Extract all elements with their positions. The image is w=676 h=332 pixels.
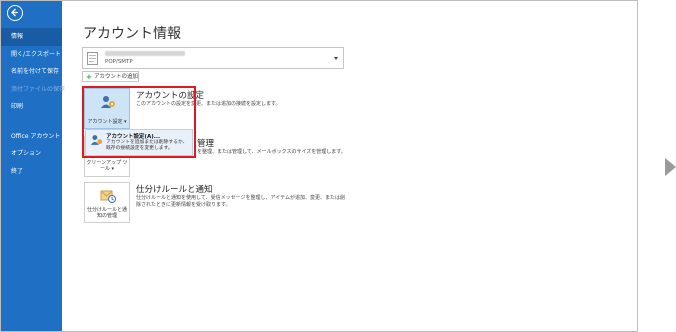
plus-icon: + (86, 73, 92, 81)
page-title: アカウント情報 (83, 26, 181, 42)
nav-item-exit[interactable]: 終了 (1, 163, 62, 181)
nav-item-info[interactable]: 情報 (1, 28, 62, 46)
add-account-button[interactable]: + アカウントの追加 (82, 71, 139, 82)
main-panel: アカウント情報 POP/SMTP + アカウントの追加 アカウント設定 ▾ アカ… (63, 1, 637, 331)
add-account-label: アカウントの追加 (94, 74, 139, 80)
highlight-box (82, 86, 196, 158)
mailbox-cleanup-title: 管理 (197, 139, 215, 149)
nav-item-options[interactable]: オプション (1, 145, 62, 163)
rules-alerts-icon (100, 190, 116, 203)
nav-item-print[interactable]: 印刷 (1, 98, 62, 116)
rules-alerts-desc: 仕分けルールと通知を使用して、受信メッセージを整理し、アイテムが追加、変更、また… (136, 195, 346, 208)
account-email-redacted (105, 51, 185, 56)
account-type: POP/SMTP (105, 59, 133, 65)
nav-item-save-attachments: 添付ファイルの保存 (11, 85, 66, 93)
next-step-arrow-icon (665, 158, 676, 176)
nav-separator (1, 116, 62, 128)
nav-item-office-account[interactable]: Office アカウント (1, 128, 62, 146)
backstage-window: 情報 開く/エクスポート 名前を付けて保存 添付ファイルの保存 印刷 Offic… (0, 0, 638, 332)
account-file-icon (87, 52, 98, 65)
backstage-nav: 情報 開く/エクスポート 名前を付けて保存 添付ファイルの保存 印刷 Offic… (1, 28, 66, 181)
nav-item-save-as[interactable]: 名前を付けて保存 (1, 63, 62, 81)
chevron-down-icon (334, 57, 338, 60)
rules-alerts-title: 仕分けルールと通知 (136, 185, 213, 195)
backstage-sidebar: 情報 開く/エクスポート 名前を付けて保存 添付ファイルの保存 印刷 Offic… (1, 1, 66, 331)
nav-item-open-export[interactable]: 開く/エクスポート (1, 46, 62, 64)
mailbox-cleanup-desc: を整理、または管理して、メールボックスのサイズを管理します。 (197, 149, 346, 155)
rules-alerts-tile[interactable]: 仕分けルールと通知の管理 (84, 182, 130, 223)
rules-alerts-tile-label: 仕分けルールと通知の管理 (87, 207, 128, 219)
cleanup-tools-tile-label: クリーンアップ ツール ▾ (86, 160, 128, 172)
account-selector[interactable]: POP/SMTP (82, 47, 344, 69)
back-arrow-icon[interactable] (7, 5, 23, 21)
